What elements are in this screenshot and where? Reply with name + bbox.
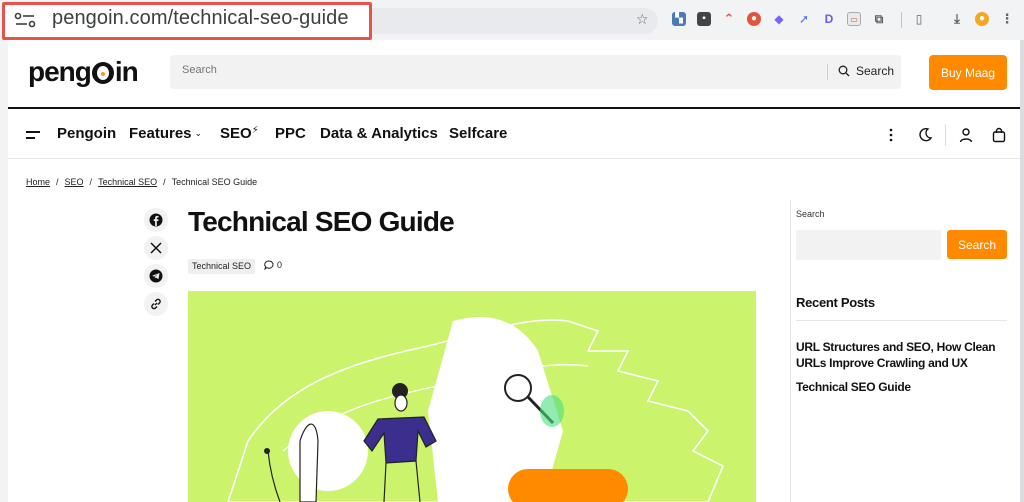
nav-item-selfcare[interactable]: Selfcare (449, 125, 507, 142)
copy-link-button[interactable] (144, 292, 168, 316)
search-icon (838, 65, 850, 77)
breadcrumb-separator: / (56, 177, 59, 187)
cookie-icon[interactable]: ● (747, 12, 761, 26)
penguin-logo-icon (91, 62, 114, 84)
nav-item-seo[interactable]: SEO⚡ (220, 125, 259, 142)
web-page: pengin Search Buy Maag Pengoin Features⌄… (8, 40, 1020, 502)
category-tag[interactable]: Technical SEO (188, 259, 256, 274)
chart-icon[interactable]: ▚ (672, 12, 686, 26)
chevron-down-icon: ⌄ (194, 128, 203, 138)
sidebar-search-button[interactable]: Search (947, 230, 1007, 259)
breadcrumb-separator: / (163, 177, 166, 187)
main-nav: Pengoin Features ⌄ SEO⚡ PPC Data & Analyt… (8, 120, 1020, 150)
rocket-icon[interactable]: ➚ (797, 12, 811, 26)
more-options-icon[interactable] (883, 127, 899, 143)
lightning-icon: ⚡ (251, 125, 259, 136)
header-search-label: Search (856, 64, 895, 78)
url-text[interactable]: pengoin.com/technical-seo-guide (52, 7, 349, 30)
caret-icon[interactable]: ⌃ (722, 12, 736, 26)
sidebar-divider (790, 200, 791, 502)
share-telegram-button[interactable] (144, 264, 168, 288)
header-search: Search (170, 55, 901, 89)
reader-icon[interactable]: ▯ (912, 12, 926, 26)
site-logo[interactable]: peng in (28, 56, 139, 88)
link-icon (151, 298, 161, 310)
seo-illustration (227, 316, 725, 502)
menu-icon[interactable]: ⋮ (1000, 12, 1014, 26)
share-facebook-button[interactable] (144, 208, 168, 232)
download-icon[interactable]: ⤓ (950, 12, 964, 26)
window-edge (1020, 40, 1024, 502)
breadcrumb-seo[interactable]: SEO (65, 177, 84, 187)
toolbar-separator (901, 12, 902, 28)
facebook-icon (149, 213, 163, 227)
comment-icon (264, 260, 274, 270)
bookmark-star-icon[interactable]: ☆ (636, 11, 649, 28)
recent-posts-heading: Recent Posts (796, 295, 875, 310)
breadcrumb-technical-seo[interactable]: Technical SEO (98, 177, 157, 187)
shopping-bag-icon[interactable] (991, 127, 1007, 143)
buy-button[interactable]: Buy Maag (929, 55, 1007, 90)
nav-item-ppc[interactable]: PPC (275, 125, 306, 142)
d-icon[interactable]: D (822, 12, 836, 26)
sidebar-search-input[interactable] (796, 230, 941, 260)
nav-item-features-label: Features (129, 125, 192, 142)
square-icon[interactable]: ▪ (697, 12, 711, 26)
comment-count[interactable]: 0 (264, 260, 282, 270)
header-rule (8, 107, 1020, 109)
telegram-icon (149, 269, 163, 283)
recent-post-link[interactable]: URL Structures and SEO, How Clean URLs I… (796, 339, 1010, 371)
breadcrumb: Home / SEO / Technical SEO / Technical SEO Gui… (26, 177, 257, 187)
featured-image (188, 291, 756, 502)
nav-item-pengoin[interactable]: Pengoin (57, 125, 116, 142)
browser-toolbar: pengoin.com/technical-seo-guide ☆ ▚ ▪ ⌃ … (0, 0, 1024, 40)
breadcrumb-separator: / (89, 177, 93, 187)
nav-item-data-analytics[interactable]: Data & Analytics (320, 125, 438, 142)
breadcrumb-home[interactable]: Home (26, 177, 50, 187)
cast-icon[interactable]: ▭ (847, 12, 861, 26)
nav-item-features[interactable]: Features ⌄ (129, 125, 202, 142)
nav-item-seo-label: SEO (220, 125, 252, 142)
puzzle-icon[interactable]: ⧉ (872, 12, 886, 26)
nav-rule (8, 158, 1020, 159)
share-x-button[interactable] (144, 236, 168, 260)
breadcrumb-current: Technical SEO Guide (171, 177, 258, 187)
header-search-button[interactable]: Search (838, 64, 894, 78)
page-title: Technical SEO Guide (188, 206, 455, 237)
dark-mode-icon[interactable] (917, 127, 933, 143)
recent-post-link[interactable]: Technical SEO Guide (796, 379, 1010, 395)
hamburger-icon[interactable] (26, 131, 40, 139)
header-search-input[interactable] (182, 64, 782, 76)
profile-icon[interactable]: ● (975, 12, 989, 26)
search-divider (827, 64, 828, 80)
user-icon[interactable] (958, 127, 974, 143)
nav-separator (945, 124, 946, 146)
tag-icon[interactable]: ◆ (772, 12, 786, 26)
site-settings-icon[interactable] (14, 12, 36, 28)
x-icon (150, 242, 162, 254)
comment-count-value: 0 (277, 260, 283, 270)
sidebar-search-label: Search (796, 209, 825, 219)
recent-posts-rule (796, 320, 1007, 321)
